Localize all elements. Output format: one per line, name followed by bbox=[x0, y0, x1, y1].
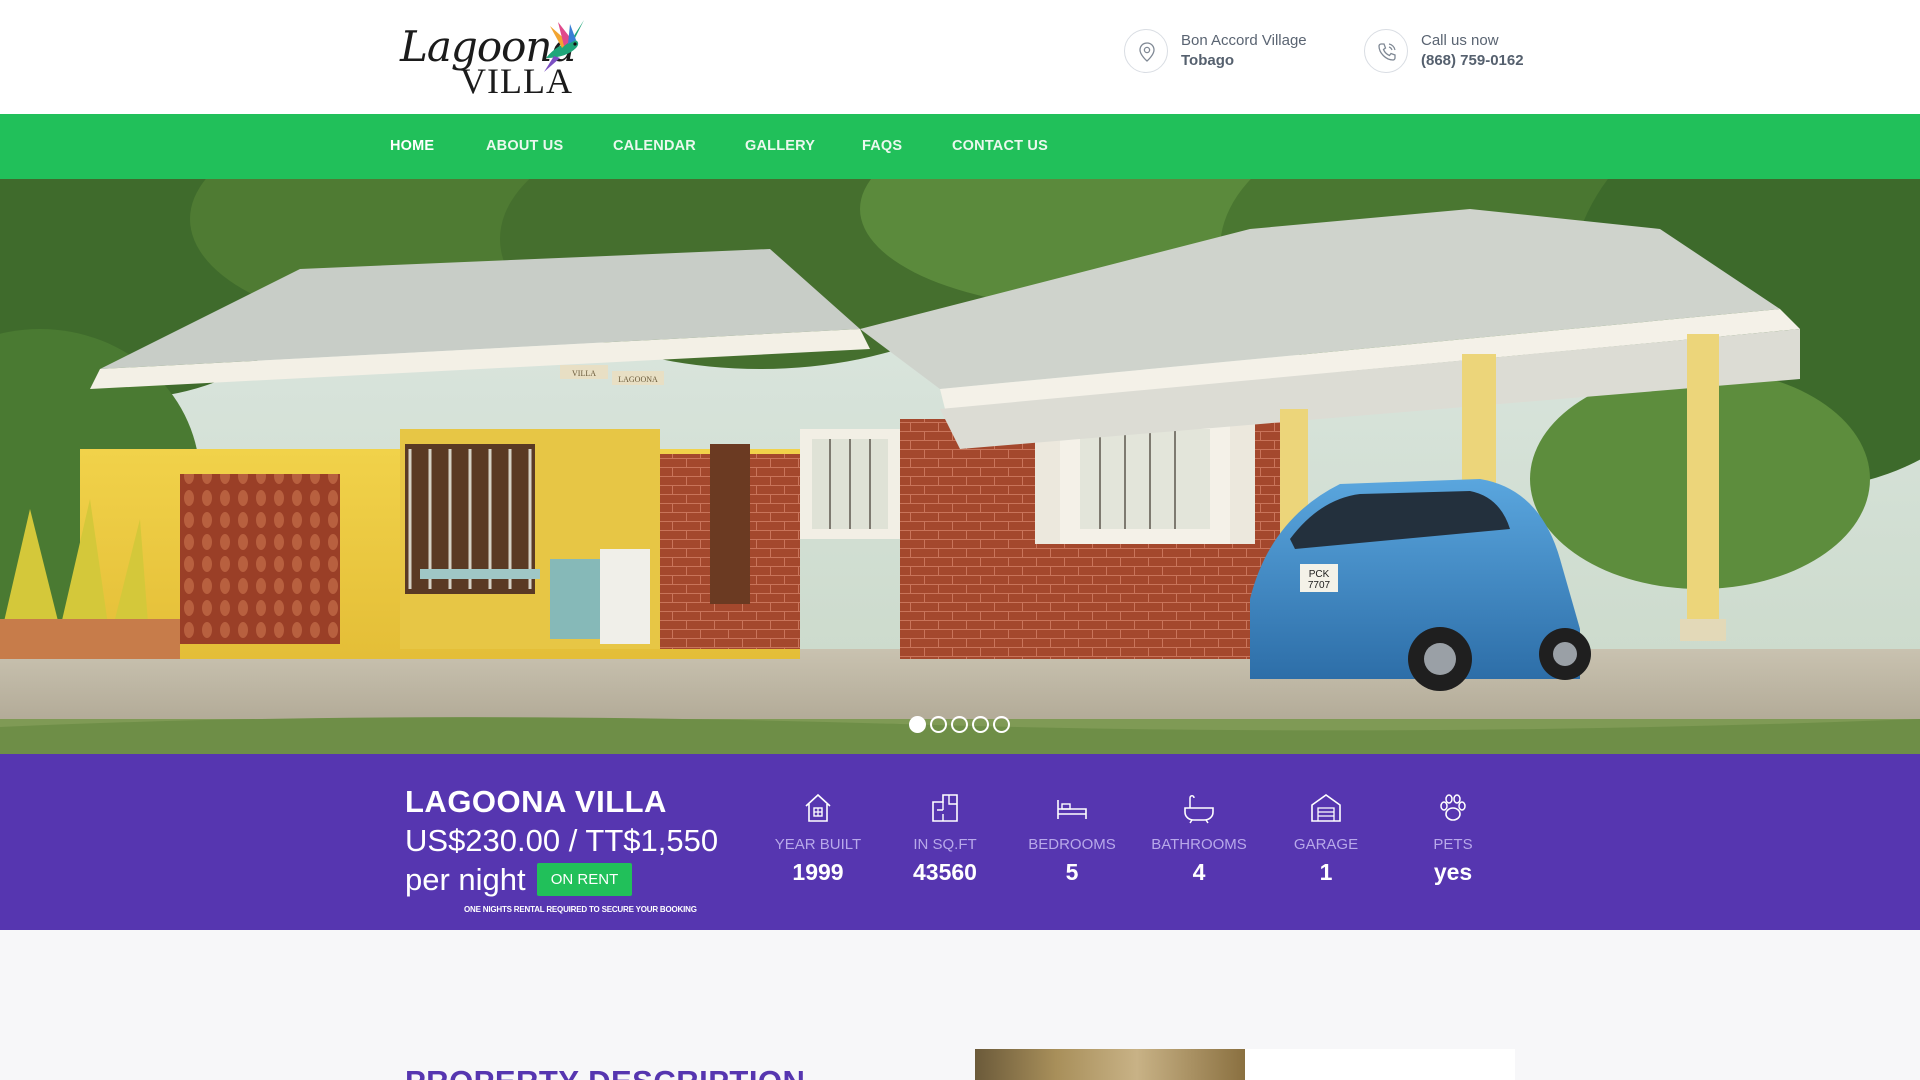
location-line1: Bon Accord Village bbox=[1181, 32, 1307, 49]
slider-dot-4[interactable] bbox=[972, 716, 989, 733]
stat-label: YEAR BUILT bbox=[774, 836, 862, 853]
garage-icon bbox=[1311, 794, 1341, 822]
phone-line1: Call us now bbox=[1421, 32, 1499, 49]
stat-label: BATHROOMS bbox=[1151, 836, 1247, 853]
stat-label: PETS bbox=[1433, 836, 1473, 853]
property-price: US$230.00 / TT$1,550 bbox=[405, 823, 719, 858]
slider-dot-2[interactable] bbox=[930, 716, 947, 733]
stat-label: BEDROOMS bbox=[1028, 836, 1116, 853]
stat-label: IN SQ.FT bbox=[913, 836, 977, 853]
stat-year-built: YEAR BUILT 1999 bbox=[755, 790, 881, 886]
site-logo[interactable]: Lagoona VILLA bbox=[398, 18, 588, 101]
map-pin-icon bbox=[1124, 29, 1168, 73]
hero-slider[interactable]: PCK 7707 VILLA LAGOONA bbox=[0, 179, 1920, 754]
floorplan-icon bbox=[932, 794, 958, 822]
booking-note: ONE NIGHTS RENTAL REQUIRED TO SECURE YOU… bbox=[464, 905, 697, 914]
slider-dot-3[interactable] bbox=[951, 716, 968, 733]
stat-label: GARAGE bbox=[1293, 836, 1359, 853]
bathtub-icon bbox=[1184, 795, 1214, 824]
nav-item-contact-us[interactable]: CONTACT US bbox=[952, 114, 1048, 179]
property-price-unit: per night bbox=[405, 862, 526, 897]
description-image bbox=[975, 1049, 1515, 1080]
section-title: PROPERTY DESCRIPTION bbox=[405, 1064, 805, 1080]
license-plate-line2: 7707 bbox=[1308, 580, 1331, 591]
nav-item-gallery[interactable]: GALLERY bbox=[745, 114, 815, 179]
hummingbird-icon bbox=[544, 20, 584, 72]
stat-value: 1 bbox=[1319, 859, 1333, 885]
hero-image: PCK 7707 VILLA LAGOONA bbox=[0, 179, 1920, 754]
phone-icon bbox=[1364, 29, 1408, 73]
license-plate-line1: PCK bbox=[1309, 569, 1330, 580]
nav-item-about-us[interactable]: ABOUT US bbox=[486, 114, 563, 179]
stat-garage: GARAGE 1 bbox=[1263, 790, 1389, 886]
main-nav: HOME ABOUT US CALENDAR GALLERY FAQS CONT… bbox=[0, 114, 1920, 179]
property-description-section: PROPERTY DESCRIPTION bbox=[0, 930, 1920, 1080]
interior-photo bbox=[975, 1049, 1245, 1080]
nav-item-faqs[interactable]: FAQS bbox=[862, 114, 902, 179]
stat-value: 43560 bbox=[913, 859, 977, 885]
slider-dot-5[interactable] bbox=[993, 716, 1010, 733]
stat-value: 4 bbox=[1192, 859, 1206, 885]
stat-sqft: IN SQ.FT 43560 bbox=[882, 790, 1008, 886]
status-badge: ON RENT bbox=[537, 863, 632, 896]
stat-value: 1999 bbox=[792, 859, 844, 885]
phone-number[interactable]: (868) 759-0162 bbox=[1421, 52, 1524, 69]
stat-bedrooms: BEDROOMS 5 bbox=[1009, 790, 1135, 886]
bed-icon bbox=[1057, 800, 1087, 819]
stat-bathrooms: BATHROOMS 4 bbox=[1136, 790, 1262, 886]
property-info-bar: LAGOONA VILLA US$230.00 / TT$1,550 per n… bbox=[0, 754, 1920, 930]
stat-value: yes bbox=[1433, 859, 1473, 885]
stat-pets: PETS yes bbox=[1390, 790, 1516, 886]
stat-value: 5 bbox=[1065, 859, 1079, 885]
phone-info[interactable]: Call us now (868) 759-0162 bbox=[1364, 29, 1554, 73]
location-line2: Tobago bbox=[1181, 52, 1235, 69]
house-icon bbox=[805, 793, 831, 822]
site-header: Lagoona VILLA Bon Accord Village Tobago bbox=[0, 0, 1920, 114]
house-sign-left: VILLA bbox=[572, 369, 596, 378]
property-name: LAGOONA VILLA bbox=[405, 784, 667, 819]
house-sign-right: LAGOONA bbox=[618, 375, 658, 384]
nav-item-calendar[interactable]: CALENDAR bbox=[613, 114, 696, 179]
location-info: Bon Accord Village Tobago bbox=[1124, 29, 1324, 73]
nav-item-home[interactable]: HOME bbox=[390, 114, 434, 179]
slider-dot-1[interactable] bbox=[909, 716, 926, 733]
paw-icon bbox=[1440, 794, 1466, 821]
